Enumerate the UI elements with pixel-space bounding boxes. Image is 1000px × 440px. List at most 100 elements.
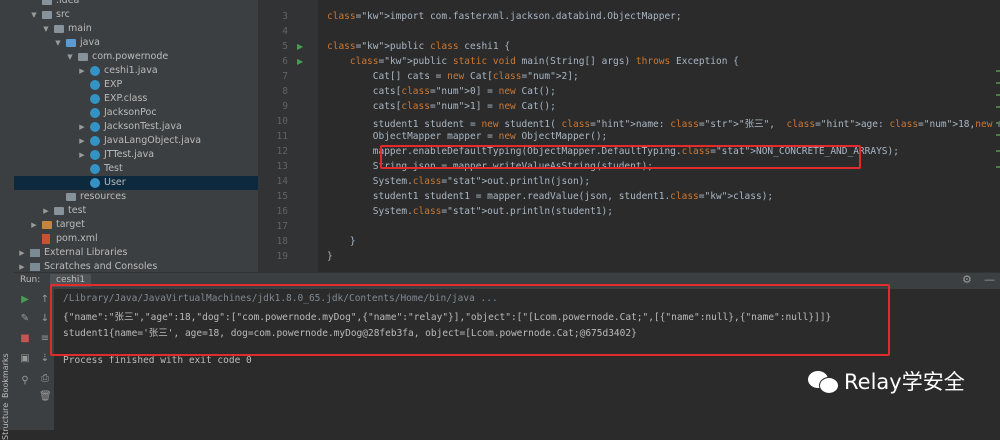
- line-number: 5: [282, 41, 288, 52]
- chevron-down-icon[interactable]: ▼: [54, 36, 62, 50]
- run-gutter-icon[interactable]: ▶: [297, 42, 303, 51]
- tree-item-label: Test: [104, 163, 123, 174]
- chevron-right-icon[interactable]: ▶: [18, 246, 26, 260]
- tree-item-label: java: [80, 37, 100, 48]
- code-line[interactable]: cats[class="num">1] = new Cat();: [327, 101, 556, 115]
- chevron-right-icon[interactable]: ▶: [78, 120, 86, 134]
- code-line[interactable]: ObjectMapper mapper = new ObjectMapper()…: [327, 131, 608, 145]
- tree-item[interactable]: pom.xml: [14, 232, 258, 246]
- tree-item[interactable]: Test: [14, 162, 258, 176]
- run-gutter-icon[interactable]: ▶: [297, 57, 303, 66]
- tree-item[interactable]: JacksonPoc: [14, 106, 258, 120]
- code-line[interactable]: System.class="stat">out.println(student1…: [327, 206, 613, 220]
- tree-item[interactable]: .idea: [14, 0, 258, 8]
- wrench-icon[interactable]: ✎: [19, 313, 31, 325]
- code-line[interactable]: }: [327, 236, 356, 250]
- console-toolbar: ▶ ↑ ✎ ↓ ■ ≡ ▣ ⇣ ⚲ ⎙ 🗑: [14, 289, 54, 430]
- line-number: 17: [276, 221, 288, 232]
- tree-item-label: ceshi1.java: [104, 65, 158, 76]
- line-number: 12: [276, 146, 288, 157]
- chevron-down-icon[interactable]: ▼: [42, 22, 50, 36]
- tree-item[interactable]: ▶ ceshi1.java: [14, 64, 258, 78]
- tree-item[interactable]: ▼ com.powernode: [14, 50, 258, 64]
- tree-item[interactable]: ▶ Scratches and Consoles: [14, 260, 258, 272]
- line-number: 10: [276, 116, 288, 127]
- editor-scrollbar-markers[interactable]: [996, 30, 1000, 230]
- folder-icon: [78, 53, 88, 61]
- tree-item[interactable]: ▶ External Libraries: [14, 246, 258, 260]
- code-line[interactable]: student1 student = new student1( class="…: [327, 116, 1000, 130]
- tree-item[interactable]: EXP.class: [14, 92, 258, 106]
- folder-icon: [54, 207, 64, 215]
- java-class-icon: [90, 94, 100, 104]
- tree-item[interactable]: ▶ target: [14, 218, 258, 232]
- java-class-icon: [90, 122, 100, 132]
- structure-tab[interactable]: Structure: [1, 403, 10, 440]
- tree-item[interactable]: User: [14, 176, 258, 190]
- bookmarks-tab[interactable]: Bookmarks: [1, 353, 10, 398]
- run-label: Run:: [20, 275, 41, 285]
- code-line[interactable]: student1 student1 = mapper.readValue(jso…: [327, 191, 773, 205]
- tree-item-label: target: [56, 219, 85, 230]
- java-class-icon: [90, 136, 100, 146]
- line-number: 6: [282, 56, 288, 67]
- gear-icon[interactable]: ⚙: [962, 273, 972, 286]
- print-icon[interactable]: ⎙: [39, 373, 51, 385]
- chevron-right-icon[interactable]: ▶: [42, 204, 50, 218]
- java-class-icon: [90, 108, 100, 118]
- tree-item-label: main: [68, 23, 92, 34]
- line-number: 14: [276, 176, 288, 187]
- chevron-right-icon[interactable]: ▶: [78, 148, 86, 162]
- tree-item[interactable]: ▼ main: [14, 22, 258, 36]
- pin-icon[interactable]: ⚲: [19, 375, 31, 387]
- code-editor[interactable]: 3 4 5 6 7 8 9 10 11 12 13 14 15 16 17 18 19 ▶ ▶ class="kw"…: [266, 0, 1000, 272]
- panel-splitter[interactable]: [258, 0, 266, 272]
- code-line[interactable]: }: [327, 251, 333, 265]
- line-number: 18: [276, 236, 288, 247]
- tree-item[interactable]: ▼ src: [14, 8, 258, 22]
- line-number: 7: [282, 71, 288, 82]
- tree-item-label: pom.xml: [56, 233, 98, 244]
- left-tool-strip: Bookmarks Structure: [0, 0, 15, 440]
- chevron-right-icon[interactable]: ▶: [18, 260, 26, 272]
- code-line[interactable]: class="kw">public class ceshi1 {: [327, 41, 510, 55]
- tree-item-label: JavaLangObject.java: [104, 135, 202, 146]
- tree-item-label: Scratches and Consoles: [44, 261, 158, 272]
- excluded-folder-icon: [42, 221, 52, 229]
- watermark-text: Relay学安全: [844, 370, 965, 394]
- line-number: 9: [282, 101, 288, 112]
- line-number: 4: [282, 26, 288, 37]
- trash-icon[interactable]: 🗑: [39, 391, 52, 403]
- code-line[interactable]: Cat[] cats = new Cat[class="num">2];: [327, 71, 579, 85]
- tree-item[interactable]: resources: [14, 190, 258, 204]
- maven-file-icon: [42, 234, 50, 244]
- tree-item-label: test: [68, 205, 87, 216]
- chevron-down-icon[interactable]: ▼: [66, 50, 74, 64]
- project-tree: .idea ▼ src ▼ main ▼ java ▼ com.powernode ▶ ceshi1…: [14, 0, 258, 272]
- tree-item[interactable]: ▶ JTTest.java: [14, 148, 258, 162]
- line-number: 16: [276, 206, 288, 217]
- tree-item[interactable]: ▶ test: [14, 204, 258, 218]
- layout-icon[interactable]: ▣: [19, 353, 31, 365]
- line-number: 19: [276, 251, 288, 262]
- chevron-right-icon[interactable]: ▶: [78, 64, 86, 78]
- tree-item[interactable]: ▶ JavaLangObject.java: [14, 134, 258, 148]
- minimize-icon[interactable]: —: [984, 273, 995, 286]
- code-line[interactable]: class="kw">public static void main(Strin…: [327, 56, 739, 70]
- code-line[interactable]: System.class="stat">out.println(json);: [327, 176, 590, 190]
- tree-item[interactable]: EXP: [14, 78, 258, 92]
- chevron-right-icon[interactable]: ▶: [78, 134, 86, 148]
- code-line[interactable]: cats[class="num">0] = new Cat();: [327, 86, 556, 100]
- java-class-icon: [90, 164, 100, 174]
- rerun-icon[interactable]: ▶: [19, 294, 31, 306]
- tree-item[interactable]: ▶ JacksonTest.java: [14, 120, 258, 134]
- chevron-down-icon[interactable]: ▼: [30, 8, 38, 22]
- watermark: Relay学安全: [808, 364, 965, 398]
- chevron-right-icon[interactable]: ▶: [30, 218, 38, 232]
- tree-item[interactable]: ▼ java: [14, 36, 258, 50]
- java-class-icon: [90, 150, 100, 160]
- source-folder-icon: [66, 39, 76, 47]
- stop-icon[interactable]: ■: [19, 333, 31, 345]
- code-line[interactable]: class="kw">import com.fasterxml.jackson.…: [327, 11, 682, 25]
- folder-icon: [42, 0, 52, 5]
